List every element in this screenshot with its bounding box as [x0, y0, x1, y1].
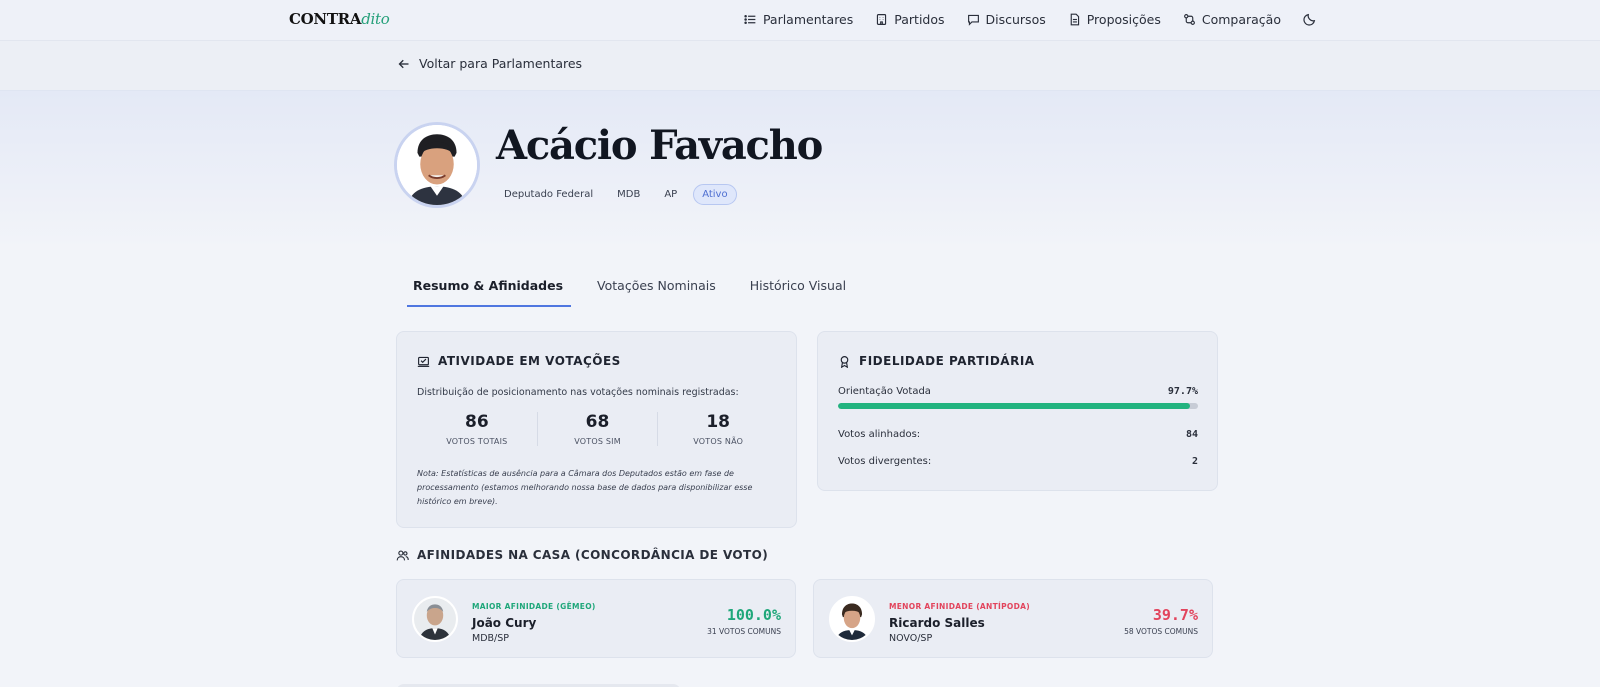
profile-photo	[397, 125, 477, 205]
logo-accent: dito	[361, 10, 390, 28]
nav-parlamentares[interactable]: Parlamentares	[744, 12, 853, 27]
party-chip: MDB	[617, 189, 641, 200]
divergent-value: 2	[1191, 456, 1198, 467]
max-affinity-name: João Cury	[472, 616, 537, 630]
chat-icon	[967, 14, 979, 26]
min-affinity-kind: MENOR AFINIDADE (ANTÍPODA)	[889, 602, 1030, 611]
max-affinity-kind: MAIOR AFINIDADE (GÊMEO)	[472, 602, 596, 611]
role-chip: Deputado Federal	[504, 189, 594, 200]
stat-total-label: VOTOS TOTAIS	[446, 437, 508, 446]
document-icon	[1070, 13, 1079, 25]
activity-note: Nota: Estatísticas de ausência para a Câ…	[417, 469, 753, 506]
affinities-section-title: AFINIDADES NA CASA (CONCORDÂNCIA DE VOTO…	[396, 548, 768, 562]
fidelity-card-title: FIDELIDADE PARTIDÁRIA	[838, 354, 1035, 368]
aligned-row: Votos alinhados: 84	[838, 429, 1198, 440]
profile-tabs: Resumo & Afinidades Votações Nominais Hi…	[407, 270, 874, 307]
activity-stats: 86 VOTOS TOTAIS 68 VOTOS SIM 18 VOTOS NÃ…	[417, 412, 778, 446]
max-affinity-avatar	[412, 596, 458, 642]
nav-partidos-label: Partidos	[894, 11, 945, 27]
nav-discursos-label: Discursos	[985, 11, 1046, 27]
users-icon	[396, 549, 409, 560]
activity-title-text: ATIVIDADE EM VOTAÇÕES	[438, 354, 621, 368]
profile-avatar	[394, 122, 480, 208]
hero-background	[0, 91, 1600, 251]
min-affinity-card[interactable]: MENOR AFINIDADE (ANTÍPODA) Ricardo Salle…	[813, 579, 1213, 658]
ricardo-salles-photo	[831, 598, 873, 640]
affinities-title-text: AFINIDADES NA CASA (CONCORDÂNCIA DE VOTO…	[417, 548, 769, 562]
activity-card-title: ATIVIDADE EM VOTAÇÕES	[417, 354, 621, 368]
back-to-parlamentares-link[interactable]: Voltar para Parlamentares	[398, 56, 582, 71]
profile-chips: Deputado Federal MDB AP Ativo	[496, 184, 737, 205]
status-badge: Ativo	[693, 184, 737, 205]
fidelity-card: FIDELIDADE PARTIDÁRIA Orientação Votada …	[817, 331, 1218, 491]
min-affinity-percentage: 39.7%	[1152, 606, 1198, 624]
stat-sim-label: VOTOS SIM	[574, 437, 621, 446]
nav-comparacao-label: Comparação	[1201, 11, 1281, 27]
back-link-label: Voltar para Parlamentares	[419, 56, 583, 71]
nav-discursos[interactable]: Discursos	[967, 12, 1046, 27]
max-affinity-card[interactable]: MAIOR AFINIDADE (GÊMEO) João Cury MDB/SP…	[396, 579, 796, 658]
stat-nao-label: VOTOS NÃO	[693, 437, 744, 446]
min-affinity-name: Ricardo Salles	[889, 616, 985, 630]
compare-icon	[1183, 13, 1195, 25]
state-chip: AP	[664, 189, 678, 200]
tab-votacoes-nominais[interactable]: Votações Nominais	[591, 270, 722, 307]
fidelity-progress-bar	[838, 403, 1198, 409]
aligned-value: 84	[1185, 429, 1198, 440]
fidelity-progress-fill	[838, 403, 1190, 409]
award-icon	[840, 355, 849, 368]
logo[interactable]: CONTRAdito	[289, 10, 390, 28]
moon-icon	[1303, 13, 1316, 26]
max-affinity-party: MDB/SP	[472, 633, 509, 644]
divergent-row: Votos divergentes: 2	[838, 456, 1198, 467]
min-affinity-party: NOVO/SP	[889, 633, 933, 644]
tab-historico-visual[interactable]: Histórico Visual	[744, 270, 852, 307]
stat-total: 86 VOTOS TOTAIS	[417, 412, 538, 446]
aligned-label: Votos alinhados:	[838, 429, 921, 440]
nav-parlamentares-label: Parlamentares	[762, 11, 854, 27]
stat-nao: 18 VOTOS NÃO	[658, 412, 778, 446]
orientation-value: 97.7%	[1167, 386, 1198, 397]
logo-main: CONTRA	[289, 10, 362, 28]
breadcrumb-band: Voltar para Parlamentares	[0, 41, 1600, 91]
tab-resumo-afinidades[interactable]: Resumo & Afinidades	[407, 270, 572, 307]
building-icon	[877, 13, 887, 25]
nav-proposicoes-label: Proposições	[1086, 11, 1161, 27]
stat-total-value: 86	[465, 412, 489, 432]
nav-partidos[interactable]: Partidos	[875, 11, 945, 27]
orientation-label: Orientação Votada	[838, 386, 931, 397]
activity-description: Distribuição de posicionamento nas votaç…	[417, 387, 739, 398]
stat-sim: 68 VOTOS SIM	[538, 412, 659, 446]
arrow-left-icon	[398, 59, 409, 68]
max-affinity-percentage: 100.0%	[726, 606, 781, 624]
divergent-label: Votos divergentes:	[838, 456, 932, 467]
list-icon	[744, 14, 756, 24]
page-title: Acácio Favacho	[496, 122, 823, 169]
nav-comparacao[interactable]: Comparação	[1183, 12, 1281, 27]
stat-sim-value: 68	[585, 412, 610, 432]
max-affinity-common-votes: 31 VOTOS COMUNS	[707, 627, 781, 636]
stat-nao-value: 18	[706, 412, 731, 432]
min-affinity-avatar	[829, 596, 875, 642]
activity-card: ATIVIDADE EM VOTAÇÕES Distribuição de po…	[396, 331, 797, 528]
orientation-row: Orientação Votada 97.7%	[838, 386, 1198, 397]
theme-toggle-button[interactable]	[1303, 12, 1317, 26]
fidelity-title-text: FIDELIDADE PARTIDÁRIA	[859, 354, 1035, 368]
nav-proposicoes[interactable]: Proposições	[1068, 12, 1161, 27]
nav-links: Parlamentares Partidos Discursos Proposi…	[744, 0, 1317, 38]
ballot-icon	[417, 356, 430, 367]
joao-cury-photo	[414, 598, 456, 640]
min-affinity-common-votes: 58 VOTOS COMUNS	[1124, 627, 1198, 636]
top-navbar: CONTRAdito Parlamentares Partidos Discur…	[0, 0, 1600, 41]
